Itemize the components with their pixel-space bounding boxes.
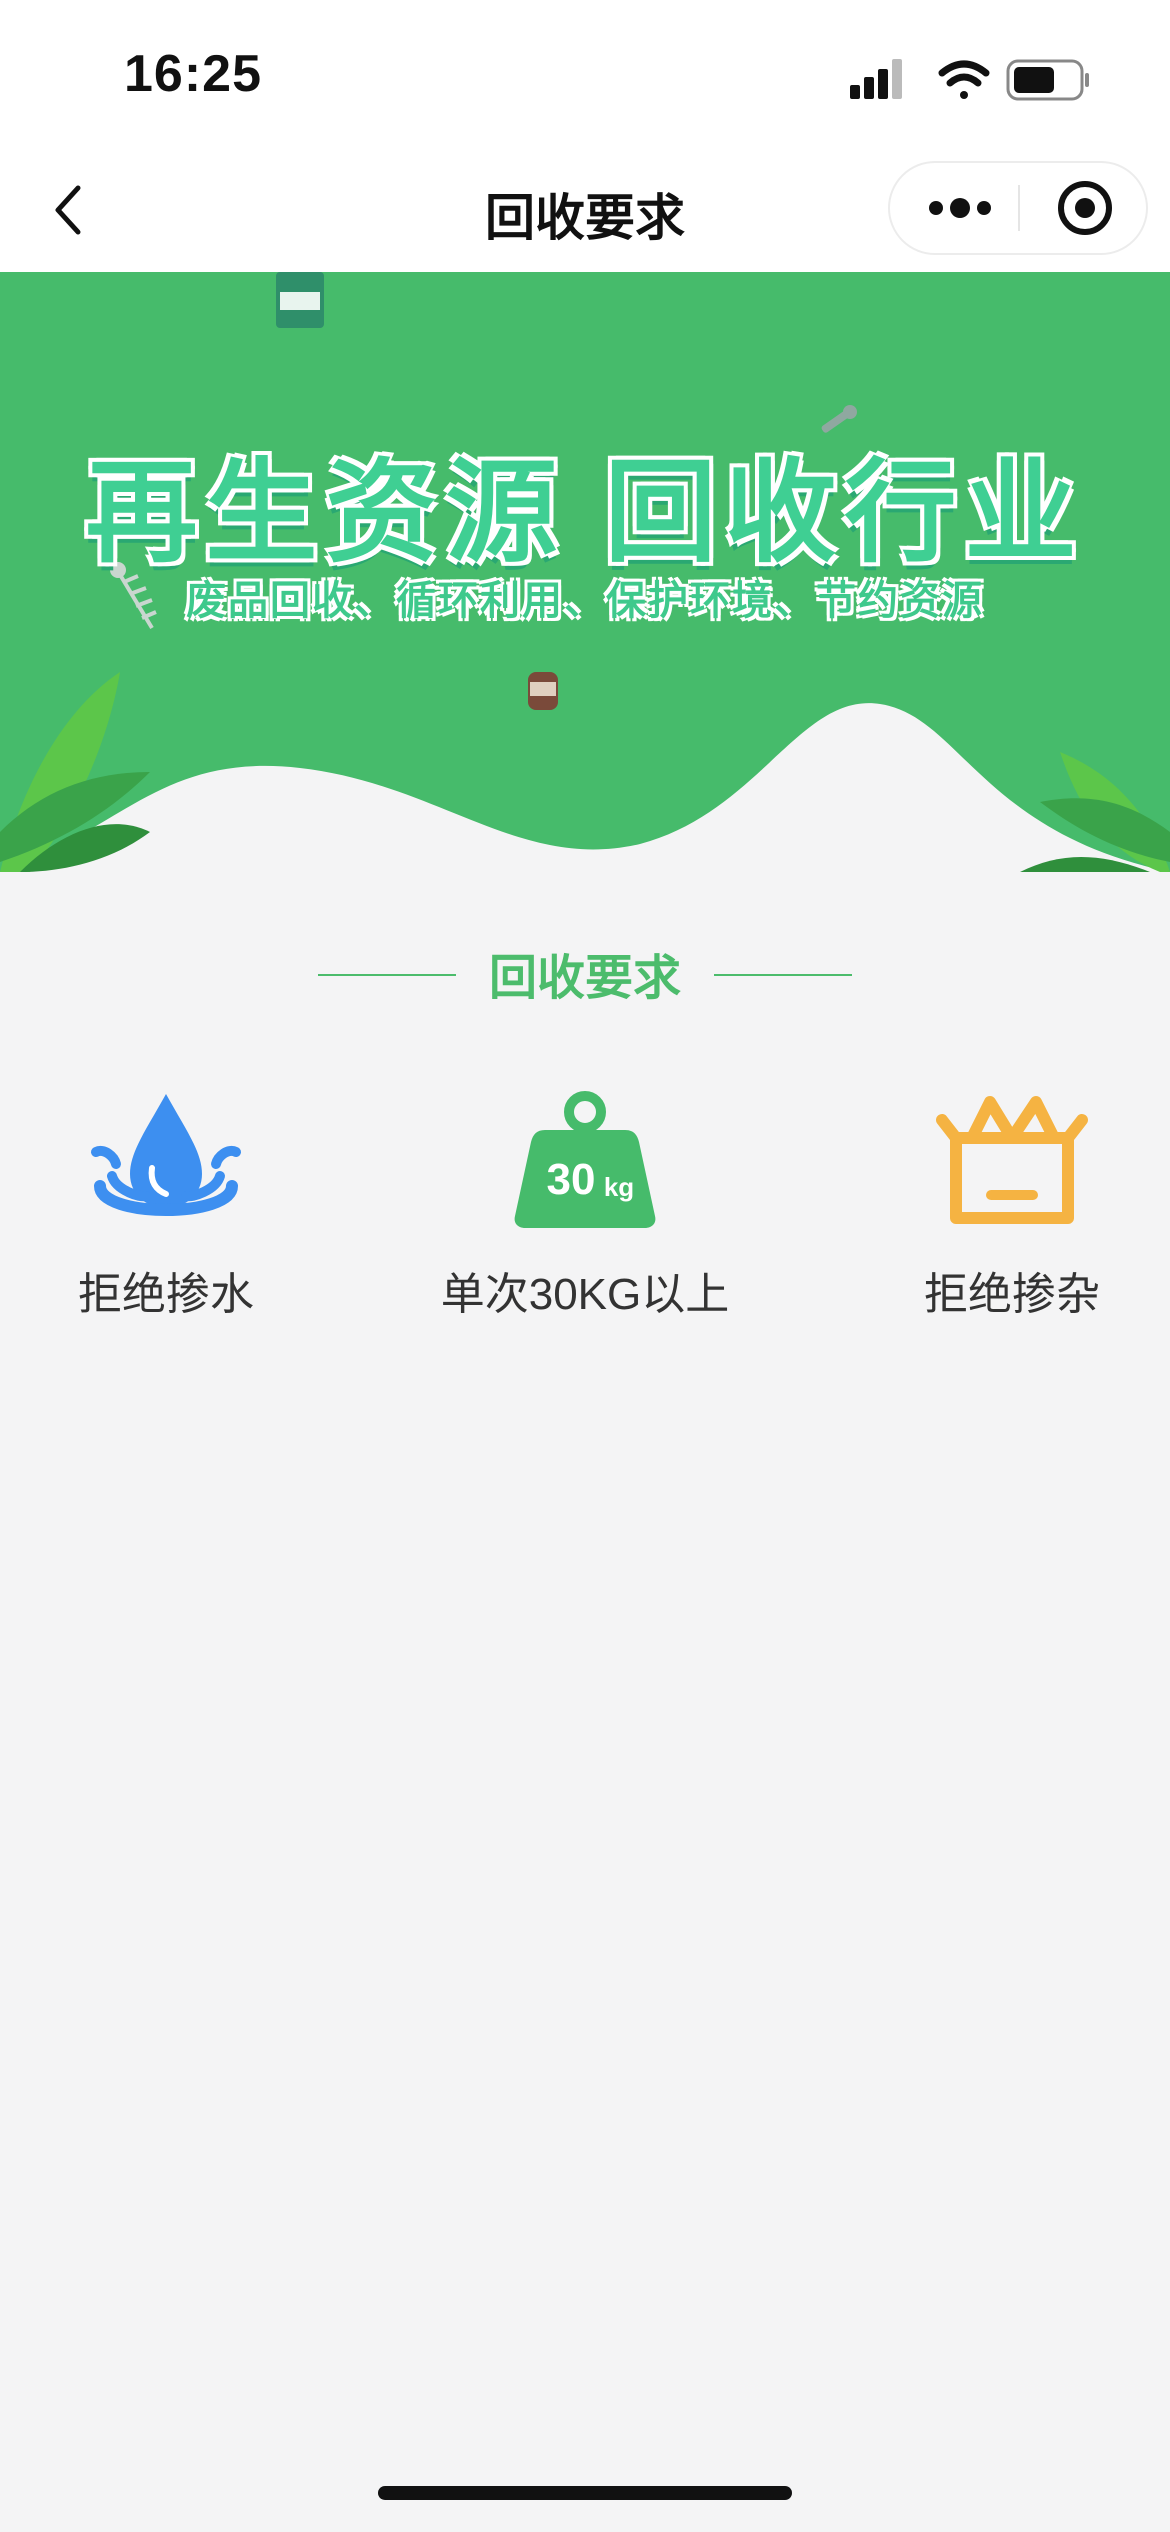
close-target-icon[interactable] xyxy=(1040,163,1130,253)
requirement-label: 单次30KG以上 xyxy=(440,1270,730,1319)
requirement-label: 拒绝掺杂 xyxy=(924,1270,1100,1319)
wifi-icon xyxy=(938,60,990,99)
water-drop-icon xyxy=(91,1094,241,1216)
requirement-no-water: 拒绝掺水 xyxy=(0,1090,346,1330)
capsule-divider xyxy=(1018,185,1020,231)
status-bar: 16:25 xyxy=(0,0,1170,150)
milk-carton-icon xyxy=(276,272,324,328)
section-line-right xyxy=(714,974,852,976)
soda-can-icon xyxy=(528,672,558,710)
home-indicator[interactable] xyxy=(378,2486,792,2500)
section-title: 回收要求 xyxy=(488,952,681,1005)
status-time: 16:25 xyxy=(124,45,262,103)
recycling-banner: 再生资源 回收行业 废品回收、循环利用、保护环境、节约资源 xyxy=(0,272,1170,892)
battery-icon xyxy=(1006,59,1089,101)
more-dots-icon[interactable] xyxy=(918,163,1002,253)
requirement-no-impurities: 拒绝掺杂 xyxy=(832,1090,1170,1330)
weight-number: 30 xyxy=(547,1155,596,1204)
banner-title: 再生资源 回收行业 xyxy=(85,450,1085,575)
navigation-bar: 回收要求 xyxy=(0,150,1170,272)
requirement-label: 拒绝掺水 xyxy=(78,1270,254,1319)
status-icons xyxy=(850,59,1089,101)
mini-program-capsule xyxy=(888,161,1148,255)
signal-icon xyxy=(850,59,902,99)
open-box-icon xyxy=(936,1096,1088,1224)
weight-icon: 30 kg xyxy=(514,1091,656,1228)
requirement-min-weight: 30 kg 单次30KG以上 xyxy=(405,1090,765,1330)
weight-unit: kg xyxy=(604,1172,634,1202)
section-heading: 回收要求 xyxy=(0,938,1170,1005)
banner-subtitle: 废品回收、循环利用、保护环境、节约资源 xyxy=(186,579,984,623)
